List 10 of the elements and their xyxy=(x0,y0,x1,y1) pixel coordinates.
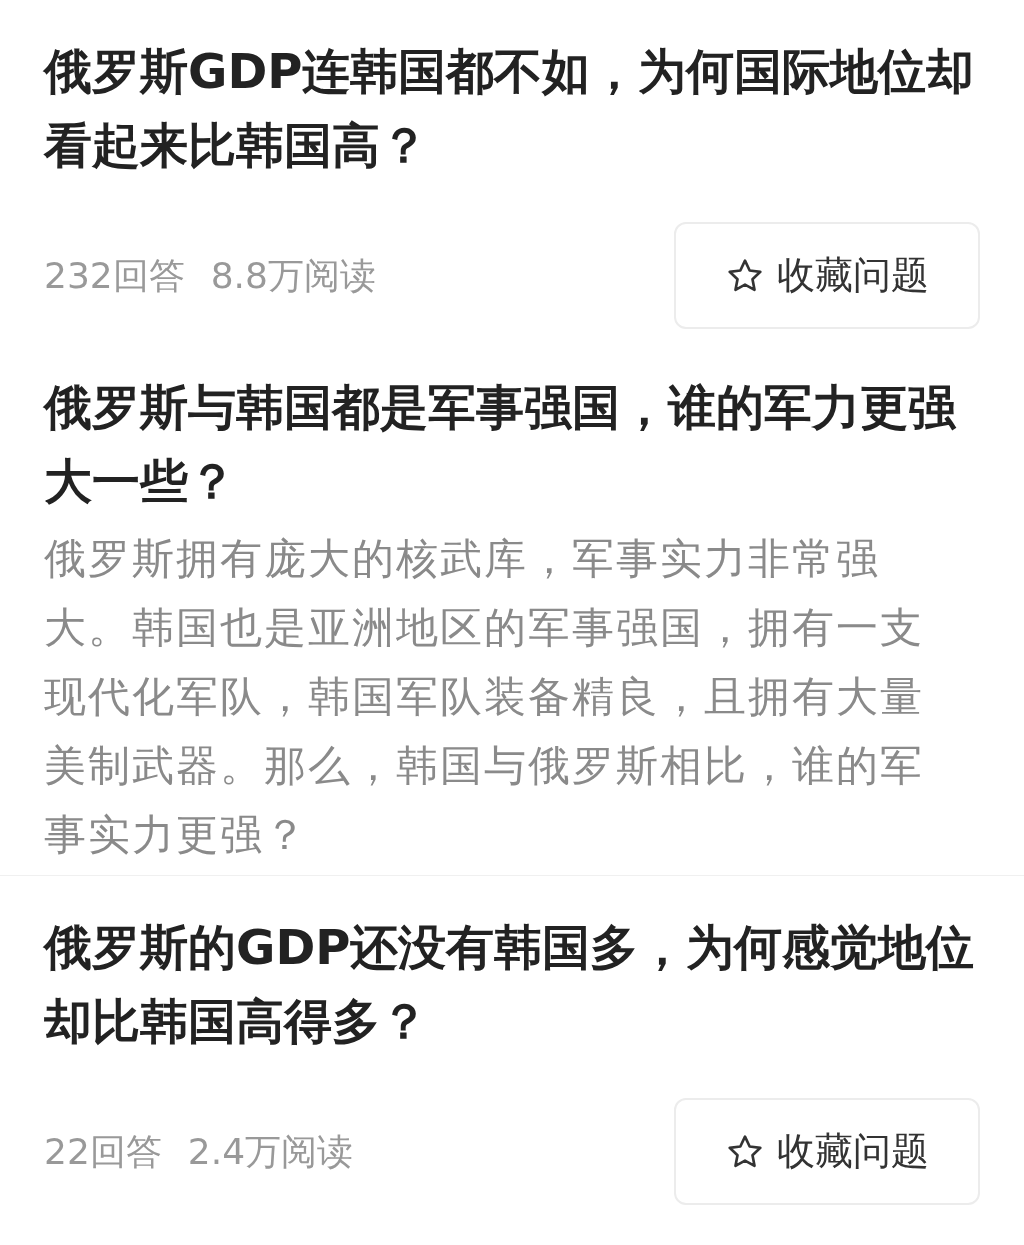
read-count: 2.4万阅读 xyxy=(187,1129,354,1174)
favorite-question-button[interactable]: 收藏问题 xyxy=(674,222,980,329)
read-count: 8.8万阅读 xyxy=(210,253,376,298)
question-title[interactable]: 俄罗斯GDP连韩国都不如，为何国际地位却看起来比韩国高？ xyxy=(44,34,984,182)
question-description: 俄罗斯拥有庞大的核武库，军事实力非常强大。韩国也是亚洲地区的军事强国，拥有一支现代化军队，韩国军队装备精良，且拥有大量美制武器。那么，韩国与俄罗斯相比，谁的军事实力更强？ xyxy=(44,533,925,861)
answer-count: 232回答 xyxy=(44,253,185,298)
answer-count: 22回答 xyxy=(44,1129,162,1174)
question-title[interactable]: 俄罗斯的GDP还没有韩国多，为何感觉地位却比韩国高得多？ xyxy=(44,910,984,1058)
favorite-question-button[interactable]: 收藏问题 xyxy=(674,1098,980,1205)
question-title[interactable]: 俄罗斯与韩国都是军事强国，谁的军力更强大一些？ xyxy=(44,370,984,518)
